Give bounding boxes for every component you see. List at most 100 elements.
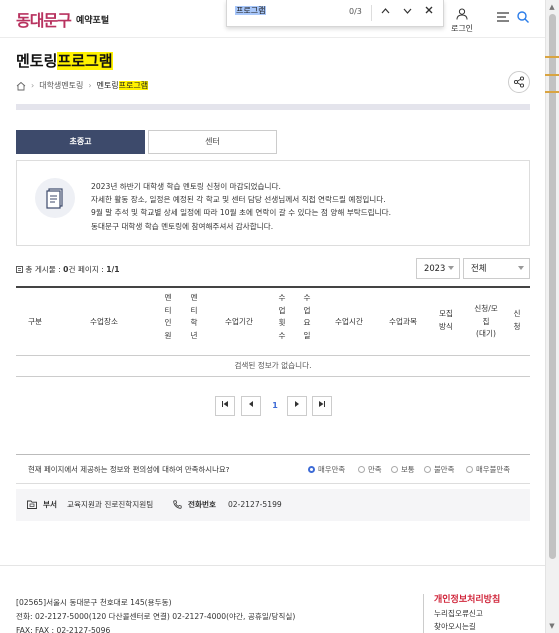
page-number-1[interactable]: 1: [265, 396, 285, 416]
breadcrumb-separator: ›: [31, 81, 35, 90]
total-label: 총 게시물 :: [25, 265, 64, 274]
department-label: 부서: [43, 500, 57, 509]
survey-option-dissatisfied[interactable]: 불만족: [424, 464, 454, 475]
notice-line: 2023년 하반기 대학생 학습 멘토링 신청이 마감되었습니다.: [91, 182, 281, 191]
table-header: 수 업 요 일: [303, 293, 311, 340]
phone-item: 전화번호 02-2127-5199: [173, 499, 282, 510]
page-label: 페이지 :: [75, 265, 107, 274]
footer-address: [02565]서울시 동대문구 천호대로 145(용두동) 전화: 02-212…: [16, 596, 316, 633]
table-header: 모집 방식: [439, 309, 453, 331]
address-line: [02565]서울시 동대문구 천호대로 145(용두동): [16, 598, 172, 607]
tab-center[interactable]: 센터: [148, 130, 277, 154]
privacy-policy-link[interactable]: 개인정보처리방침: [434, 594, 500, 607]
login-label: 로그인: [450, 24, 474, 33]
table-header: 멘 티 학 년: [190, 293, 198, 340]
survey-option-label: 매우불만족: [476, 465, 510, 474]
find-close-button[interactable]: [421, 4, 437, 20]
folder-icon: [27, 500, 37, 509]
close-icon: [425, 6, 433, 14]
fax-line: FAX: FAX : 02-2127-5096: [16, 626, 111, 633]
survey-option-very-satisfied[interactable]: 매우만족: [308, 464, 345, 475]
find-prev-button[interactable]: [377, 4, 393, 20]
search-icon[interactable]: [517, 11, 529, 25]
radio-selected: [308, 466, 315, 473]
page-title: 멘토링프로그램: [16, 50, 113, 71]
radio: [466, 466, 473, 473]
page-value: 1/1: [106, 265, 120, 274]
breadcrumb: › 대학생멘토링 › 멘토링프로그램: [16, 80, 149, 91]
radio: [391, 466, 398, 473]
last-page-button[interactable]: [312, 396, 332, 416]
table-header: 수업기간: [225, 317, 253, 326]
filter-select-value: 전체: [471, 263, 487, 273]
department-item: 부서 교육지원과 진로진학지원팀: [27, 499, 153, 510]
survey-option-label: 매우만족: [318, 465, 346, 474]
notice-text: 2023년 하반기 대학생 학습 멘토링 신청이 마감되었습니다. 자세한 활동…: [91, 180, 391, 233]
chevron-right-icon: [295, 401, 299, 407]
survey-option-neutral[interactable]: 보통: [391, 464, 415, 475]
phone-value: 02-2127-5199: [227, 500, 282, 509]
directions-link[interactable]: 찾아오시는길: [434, 620, 500, 633]
find-count: 0/3: [349, 7, 362, 16]
user-icon: [456, 8, 468, 20]
footer-separator: [423, 594, 424, 633]
list-summary: 총 게시물 : 0건 페이지 : 1/1: [16, 264, 120, 275]
first-page-button[interactable]: [215, 396, 235, 416]
survey-option-very-dissatisfied[interactable]: 매우불만족: [466, 464, 510, 475]
phone-label: 전화번호: [188, 500, 216, 509]
page: 동대문구 예약포털 로그인 프로그램 0/3 멘토링프로그램 › 대학생멘토링 …: [0, 0, 545, 633]
notice-box: 2023년 하반기 대학생 학습 멘토링 신청이 마감되었습니다. 자세한 활동…: [16, 160, 530, 246]
find-input[interactable]: 프로그램: [235, 5, 345, 19]
tab-elementary-middle-high[interactable]: 초중고: [16, 130, 145, 154]
next-page-button[interactable]: [287, 396, 307, 416]
find-match-marker: [545, 91, 559, 93]
logo[interactable]: 동대문구: [16, 7, 72, 31]
breadcrumb-item-current[interactable]: 멘토링프로그램: [97, 80, 149, 91]
find-match-marker: [545, 56, 559, 58]
footer-divider: [0, 565, 545, 566]
chevron-left-icon: [249, 401, 253, 407]
breadcrumb-item-mentoring-univ[interactable]: 대학생멘토링: [39, 80, 83, 91]
scroll-down-icon[interactable]: ▼: [548, 622, 556, 630]
menu-icon[interactable]: [497, 12, 509, 24]
prev-page-button[interactable]: [241, 396, 261, 416]
error-report-link[interactable]: 누리집오류신고: [434, 607, 500, 620]
table-header-divider: [16, 355, 530, 356]
chevron-down-icon: [518, 266, 524, 270]
year-select-value: 2023: [424, 263, 446, 273]
scroll-up-icon[interactable]: ▲: [548, 3, 556, 11]
last-page-icon: [319, 401, 325, 407]
table-header: 수업시간: [335, 317, 363, 326]
login-button[interactable]: 로그인: [449, 8, 475, 34]
phone-line: 전화: 02-2127-5000(120 다산콜센터로 연결) 02-2127-…: [16, 612, 296, 621]
table-bottom-border: [16, 376, 530, 377]
share-icon: [513, 76, 525, 88]
survey-option-satisfied[interactable]: 만족: [358, 464, 382, 475]
first-page-icon: [222, 401, 228, 407]
radio: [424, 466, 431, 473]
title-divider: [16, 104, 530, 110]
table-header: 수업장소: [90, 317, 118, 326]
breadcrumb-current-prefix: 멘토링: [96, 81, 119, 90]
document-icon: [46, 188, 63, 209]
notice-line: 동대문구 대학생 학습 멘토링에 참여해주셔서 감사합니다.: [91, 221, 274, 231]
table-header: 멘 티 인 원: [164, 293, 172, 340]
find-next-button[interactable]: [399, 4, 415, 20]
home-icon[interactable]: [16, 81, 26, 91]
portal-title[interactable]: 예약포털: [76, 13, 109, 26]
page-title-highlight: 프로그램: [57, 52, 113, 70]
share-button[interactable]: [508, 71, 530, 93]
radio: [358, 466, 365, 473]
scrollbar[interactable]: ▲ ▼: [545, 0, 559, 633]
filter-select[interactable]: 전체: [463, 258, 530, 279]
empty-message: 검색된 정보가 없습니다.: [234, 361, 312, 370]
breadcrumb-current-highlight: 프로그램: [118, 81, 149, 90]
department-info: 부서 교육지원과 진로진학지원팀 전화번호 02-2127-5199: [16, 489, 530, 521]
table-header: 구분: [28, 317, 42, 326]
table-top-border: [16, 286, 530, 288]
page-title-prefix: 멘토링: [16, 52, 58, 70]
scroll-thumb[interactable]: [549, 14, 556, 559]
notice-line: 9월 말 추석 및 학교별 상세 일정에 따라 10월 초에 연락이 갈 수 있…: [91, 208, 392, 218]
find-bar: 프로그램 0/3: [226, 0, 444, 27]
year-select[interactable]: 2023: [416, 258, 460, 279]
